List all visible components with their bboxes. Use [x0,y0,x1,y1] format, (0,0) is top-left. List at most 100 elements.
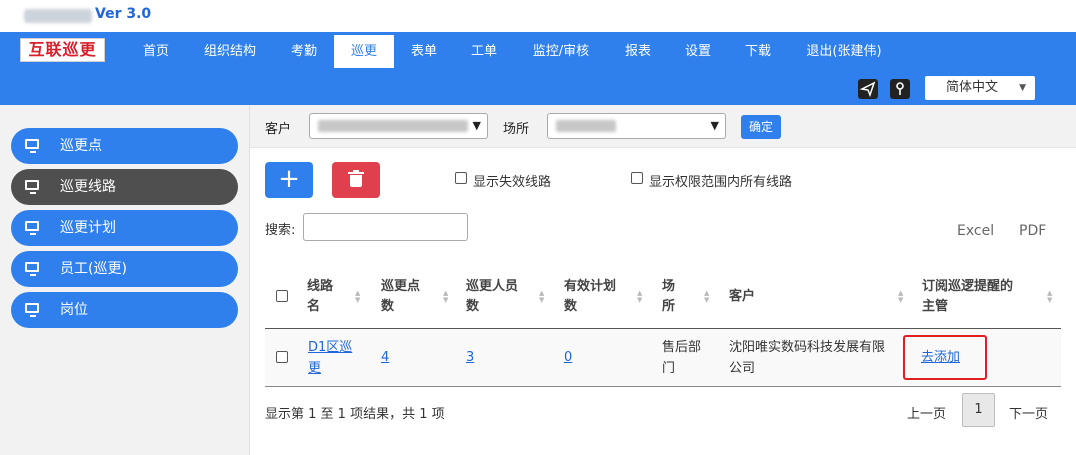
valid-plans-count-link[interactable]: 0 [564,347,572,368]
results-info: 显示第 1 至 1 项结果，共 1 项 [265,407,445,422]
nav-settings[interactable]: 设置 [676,35,720,68]
show-all-in-scope-checkbox[interactable] [631,172,643,184]
cell-line: 公司 [729,361,756,376]
header-line: 所 [662,299,676,314]
cell-line: 更 [308,361,322,376]
chevron-down-icon: ▼ [472,119,481,132]
site-cell: 售后部 门 [662,337,701,379]
header-line: 名 [307,299,321,314]
sort-icon[interactable]: ▲ ▼ [539,290,544,304]
column-header-valid-plans[interactable]: 有效计划 数 [564,277,616,317]
column-header-customer[interactable]: 客户 [729,287,755,307]
site-value-blurred [556,120,616,132]
nav-logout[interactable]: 退出(张建伟) [796,35,892,68]
sort-icon[interactable]: ▲ ▼ [637,290,642,304]
sort-icon[interactable]: ▲ ▼ [898,290,903,304]
sidebar-item-label: 巡更线路 [60,179,116,195]
customer-value-blurred [318,120,468,132]
customer-cell: 沈阳唯实数码科技发展有限 公司 [729,337,885,379]
sidebar-item-patrol-staff[interactable]: 员工(巡更) [11,251,238,287]
top-bar: Ver 3.0 [0,0,1076,32]
nav-monitor-review[interactable]: 监控/审核 [522,35,600,68]
cell-line: 售后部 [662,340,702,355]
sidebar-item-label: 员工(巡更) [60,261,127,277]
export-excel-button[interactable]: Excel [957,223,994,239]
header-line: 主管 [922,299,949,314]
sidebar-item-positions[interactable]: 岗位 [11,292,238,328]
monitor-icon [25,221,39,235]
sidebar-item-label: 巡更计划 [60,220,116,236]
chevron-down-icon: ▼ [710,119,719,132]
current-page-button[interactable]: 1 [962,393,995,427]
table-bottom-divider [265,386,1061,387]
app-version: Ver 3.0 [95,6,152,22]
column-header-route-name[interactable]: 线路 名 [307,277,333,317]
add-route-button[interactable]: + [265,162,313,198]
header-line: 数 [564,299,578,314]
select-all-checkbox[interactable] [276,290,288,302]
export-pdf-button[interactable]: PDF [1019,223,1046,239]
nav-org-structure[interactable]: 组织结构 [194,35,266,68]
route-name-link[interactable]: D1区巡 更 [308,337,352,379]
customer-select[interactable]: ▼ [309,113,488,139]
show-all-in-scope-label: 显示权限范围内所有线路 [649,175,793,190]
column-header-subscribed-supervisor[interactable]: 订阅巡逻提醒的 主管 [922,277,1013,317]
customer-label: 客户 [265,122,292,137]
caret-down-icon: ▼ [1019,83,1026,93]
prev-page-button[interactable]: 上一页 [907,403,946,422]
highlight-box [903,335,987,380]
sidebar-item-label: 岗位 [60,302,88,318]
show-invalid-label: 显示失效线路 [473,175,552,190]
sidebar-item-patrol-routes[interactable]: 巡更线路 [11,169,238,205]
row-checkbox[interactable] [276,351,288,363]
site-label: 场所 [503,122,530,137]
monitor-icon [25,139,39,153]
next-page-button[interactable]: 下一页 [1009,403,1048,422]
header-line: 数 [466,299,480,314]
monitor-icon [25,262,39,276]
header-line: 有效计划 [564,279,617,294]
sidebar-item-label: 巡更点 [60,138,102,154]
header-line: 线路 [307,279,334,294]
search-label: 搜索: [265,223,296,238]
nav-attendance[interactable]: 考勤 [282,35,326,68]
cell-line: 门 [662,361,676,376]
column-header-patrol-staff[interactable]: 巡更人员 数 [466,277,518,317]
sort-icon[interactable]: ▲ ▼ [1047,290,1052,304]
send-icon[interactable] [858,79,878,99]
confirm-button[interactable]: 确定 [741,115,781,139]
show-invalid-checkbox[interactable] [455,172,467,184]
language-select[interactable]: 简体中文 ▼ [925,76,1035,100]
header-line: 场 [662,279,676,294]
cell-line: D1区巡 [308,340,353,355]
brand-name-blurred [24,9,92,23]
search-input[interactable] [303,213,468,241]
sidebar-item-patrol-points[interactable]: 巡更点 [11,128,238,164]
site-select[interactable]: ▼ [547,113,726,139]
header-line: 数 [381,299,395,314]
column-header-patrol-points[interactable]: 巡更点 数 [381,277,420,317]
nav-reports[interactable]: 报表 [616,35,660,68]
nav-home[interactable]: 首页 [134,35,178,68]
language-value: 简体中文 [945,80,998,95]
nav-patrol[interactable]: 巡更 [334,35,394,68]
monitor-icon [25,180,39,194]
app-logo: 互联巡更 [20,38,105,62]
patrol-points-count-link[interactable]: 4 [381,347,389,368]
monitor-icon [25,303,39,317]
header-line: 巡更点 [381,279,421,294]
nav-work-orders[interactable]: 工单 [462,35,506,68]
delete-route-button[interactable] [332,162,380,198]
column-header-site[interactable]: 场 所 [662,277,675,317]
patrol-staff-count-link[interactable]: 3 [466,347,474,368]
key-icon[interactable] [890,79,910,99]
header-line: 巡更人员 [466,279,519,294]
sort-icon[interactable]: ▲ ▼ [443,290,448,304]
nav-forms[interactable]: 表单 [402,35,446,68]
sidebar-item-patrol-plans[interactable]: 巡更计划 [11,210,238,246]
header-line: 订阅巡逻提醒的 [922,279,1014,294]
cell-line: 沈阳唯实数码科技发展有限 [729,340,886,355]
nav-download[interactable]: 下载 [736,35,780,68]
sort-icon[interactable]: ▲ ▼ [355,290,360,304]
sort-icon[interactable]: ▲ ▼ [704,290,709,304]
